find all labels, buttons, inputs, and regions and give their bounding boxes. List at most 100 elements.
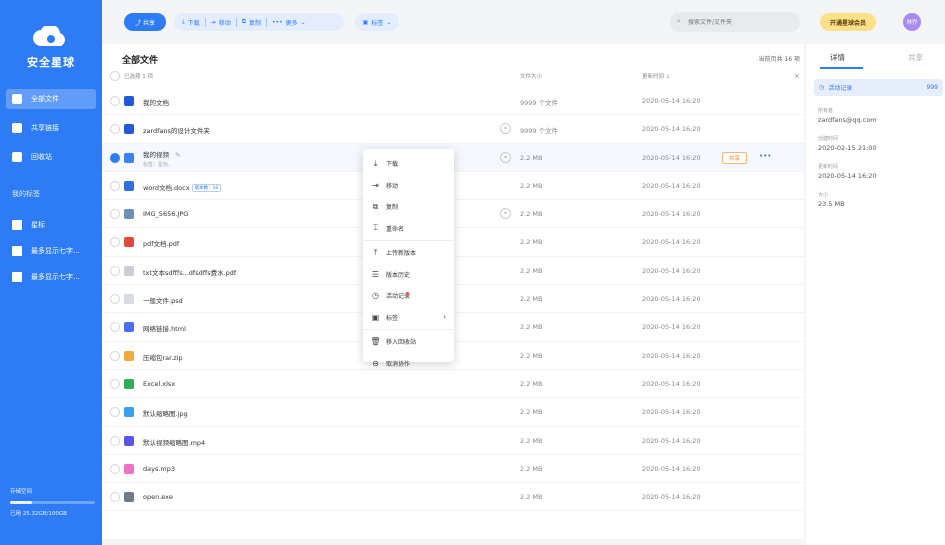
file-name[interactable]: 压缩包rar.zip <box>143 352 183 362</box>
table-row[interactable]: days.mp3 2.2 MB 2020-05-14 16:20 <box>102 455 804 484</box>
file-size: 2.2 MB <box>520 379 543 388</box>
file-name[interactable]: txt文本sdfffs...dfsdffs费水.pdf <box>143 267 236 277</box>
more-button[interactable]: ••• 更多 ⌄ <box>272 18 306 27</box>
file-name-text: 压缩包rar.zip <box>143 353 183 362</box>
file-name[interactable]: pdf文档.pdf <box>143 238 179 248</box>
menu-item[interactable]: ⤓ 下载 <box>363 153 454 175</box>
folder-icon <box>124 96 134 106</box>
share-icon: ⤴ <box>135 19 142 27</box>
file-name[interactable]: 网络链接.html <box>143 323 186 333</box>
column-date[interactable]: 更新时间 ↓ <box>642 72 670 80</box>
file-name[interactable]: word文档.docx 版本数：10 <box>143 182 222 192</box>
sidebar-tag-label: 星标 <box>31 221 45 229</box>
menu-item-label: 复制 <box>386 204 399 212</box>
tab-share[interactable]: 共享 <box>908 52 923 63</box>
row-checkbox[interactable] <box>110 180 120 191</box>
row-checkbox[interactable] <box>110 435 120 446</box>
table-row[interactable]: 默认视频缩略图.mp4 2.2 MB 2020-05-14 16:20 <box>102 427 804 455</box>
menu-item[interactable]: ⤒ 上传新版本 <box>363 242 454 264</box>
tag-button-label: 标签 <box>371 19 384 27</box>
file-date: 2020-05-14 16:20 <box>642 97 701 105</box>
row-checkbox[interactable] <box>110 407 120 418</box>
file-name[interactable]: Excel.xlsx <box>143 380 175 388</box>
menu-item-label: 取消协作 <box>386 360 411 368</box>
row-checkbox[interactable] <box>110 322 120 333</box>
copy-icon: ⧉ <box>241 18 247 25</box>
file-name[interactable]: zardfans的设计文件夹 <box>143 125 210 135</box>
column-close-icon[interactable]: × <box>794 72 800 80</box>
menu-item[interactable]: ☰ 版本历史 <box>363 264 454 286</box>
menu-item[interactable]: ▣ 标签 › <box>363 307 454 329</box>
search-input[interactable] <box>688 18 788 26</box>
row-checkbox[interactable] <box>110 124 120 135</box>
sidebar-tag-1[interactable]: 最多显示七字... <box>6 241 96 261</box>
file-name[interactable]: days.mp3 <box>143 465 175 473</box>
pdf-icon <box>124 237 134 248</box>
row-more-icon[interactable]: ••• <box>759 152 771 160</box>
file-name[interactable]: IMG_5656.JPG <box>143 210 188 218</box>
size-value: 23.5 MB <box>818 200 845 208</box>
app-root: 安全星球 全部文件 共享链接 回收站 我的标签 星标 最多显示七字... 最多显示七字.… <box>0 0 945 545</box>
row-checkbox[interactable] <box>110 492 120 503</box>
row-checkbox[interactable] <box>110 265 120 276</box>
trash-icon <box>12 152 22 162</box>
column-size[interactable]: 文件大小 <box>520 72 542 80</box>
menu-item-icon: ⤒ <box>373 247 378 257</box>
file-name[interactable]: 默认视频缩略图.mp4 <box>143 437 205 447</box>
file-name[interactable]: 我的视频 ✎ <box>143 149 180 159</box>
row-checkbox[interactable] <box>110 350 120 361</box>
file-size: 2.2 MB <box>520 436 543 445</box>
table-row[interactable]: zardfans的设计文件夹 ⚭ 9999 个文件 2020-05-14 16:20 <box>102 115 804 144</box>
share-button[interactable]: ⤴ 共享 <box>124 13 166 31</box>
sidebar-tag-2[interactable]: 最多显示七字... <box>6 267 96 287</box>
menu-item[interactable]: ⇥ 移动 <box>363 175 454 197</box>
menu-item[interactable]: ⊖ 取消协作 <box>363 353 454 375</box>
sidebar-item-label: 回收站 <box>31 153 52 161</box>
select-all-checkbox[interactable] <box>110 71 120 81</box>
activity-record-button[interactable]: ◷ 活动记录 999 <box>814 79 943 96</box>
row-share-button[interactable]: 共享 <box>722 151 747 164</box>
table-row[interactable]: Excel.xlsx 2.2 MB 2020-05-14 16:20 <box>102 370 804 399</box>
menu-item[interactable]: 🗑 移入回收站 <box>363 331 454 353</box>
sidebar-item-1[interactable]: 共享链接 <box>6 118 96 138</box>
sidebar-tag-0[interactable]: 星标 <box>6 215 96 235</box>
row-checkbox[interactable] <box>110 463 120 474</box>
chevron-down-icon: ⌄ <box>300 18 306 26</box>
storage-bar <box>10 501 95 504</box>
table-row[interactable]: 我的文档 9999 个文件 2020-05-14 16:20 <box>102 87 804 116</box>
file-size: 2.2 MB <box>520 493 543 502</box>
file-name[interactable]: open.exe <box>143 493 173 501</box>
move-button[interactable]: ⇥ 移动 <box>211 18 231 27</box>
menu-item[interactable]: ⌶ 重命名 <box>363 218 454 240</box>
row-checkbox[interactable] <box>110 96 120 106</box>
table-row[interactable]: 默认缩略图.jpg 2.2 MB 2020-05-14 16:20 <box>102 398 804 427</box>
cloud-logo-icon <box>33 26 65 46</box>
file-name[interactable]: 默认缩略图.jpg <box>143 408 188 418</box>
table-row[interactable]: open.exe 2.2 MB 2020-05-14 16:20 <box>102 483 804 512</box>
edit-icon[interactable]: ✎ <box>175 151 180 159</box>
menu-item[interactable]: ⧉ 复制 <box>363 196 454 218</box>
download-button[interactable]: ⤓ 下载 <box>182 18 200 27</box>
action-group: ⤓ 下载 ⇥ 移动 ⧉ 复制 ••• 更多 ⌄ <box>174 13 344 31</box>
menu-item[interactable]: ◷ 活动记录 <box>363 285 454 307</box>
sidebar-item-2[interactable]: 回收站 <box>6 147 96 167</box>
row-checkbox[interactable] <box>110 378 120 389</box>
row-checkbox[interactable] <box>110 152 120 163</box>
menu-item-icon: ⌶ <box>373 223 378 233</box>
member-button[interactable]: 开通星球会员 <box>820 13 876 31</box>
notification-dot <box>406 292 409 295</box>
copy-button[interactable]: ⧉ 复制 <box>242 18 261 27</box>
avatar[interactable]: 林乔 <box>903 13 921 31</box>
row-checkbox[interactable] <box>110 237 120 248</box>
clock-icon: ◷ <box>819 84 825 91</box>
tag-icon <box>12 272 22 282</box>
file-name[interactable]: 一般文件.psd <box>143 295 183 305</box>
file-size: 2.2 MB <box>520 238 543 247</box>
sidebar-item-0[interactable]: 全部文件 <box>6 89 96 109</box>
tab-details[interactable]: 详情 <box>830 52 845 63</box>
row-checkbox[interactable] <box>110 209 120 220</box>
file-size: 2.2 MB <box>520 408 543 417</box>
row-checkbox[interactable] <box>110 294 120 305</box>
tag-button[interactable]: ▣ 标签 ⌄ <box>355 13 399 31</box>
file-name[interactable]: 我的文档 <box>143 97 169 107</box>
